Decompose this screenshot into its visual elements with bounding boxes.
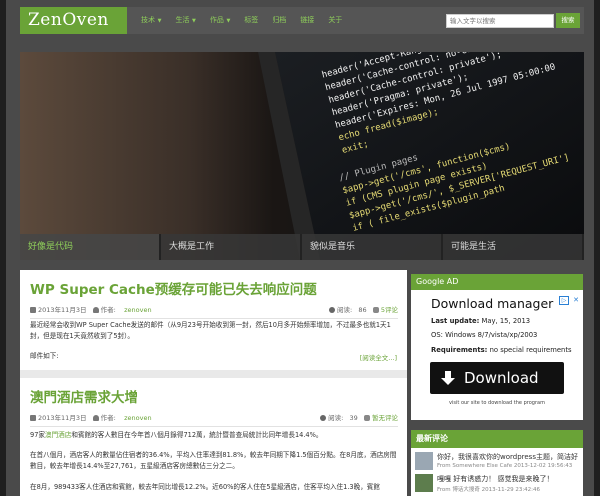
nav-label: 作品 — [209, 16, 224, 24]
download-button[interactable]: Download — [430, 362, 564, 394]
comment-meta: From Somewhere Else Cafe 2013-12-02 19:5… — [437, 463, 573, 469]
post-date: 2013年11月3日 — [38, 306, 87, 314]
site-logo[interactable]: ZenOven — [20, 7, 127, 34]
search-input[interactable] — [446, 14, 554, 28]
hero-tab[interactable]: 貌似是音乐 — [302, 234, 443, 260]
views-count: 86 — [358, 306, 367, 314]
post-title[interactable]: 澳門酒店需求大增 — [30, 386, 138, 406]
hero-tab[interactable]: 好像是代码 — [20, 234, 161, 260]
value: May, 15, 2013 — [481, 317, 531, 325]
nav-item[interactable]: 链接 — [293, 7, 321, 34]
comment-icon — [372, 307, 379, 313]
post-card: 澳門酒店需求大增 2013年11月3日 作者: zenoven 阅读: 39 暂… — [20, 378, 407, 496]
calendar-icon — [30, 307, 36, 313]
comment-icon — [364, 415, 370, 421]
nav-item[interactable]: 标签 — [237, 7, 265, 34]
author-label: 作者: — [100, 414, 116, 422]
views-label: 阅读: — [336, 306, 353, 314]
calendar-icon — [30, 415, 36, 421]
author-link[interactable]: zenoven — [124, 306, 151, 314]
recent-comments-title: 最新评论 — [411, 430, 583, 448]
views-label: 阅读: — [328, 414, 344, 422]
ad-widget-title: Google AD — [411, 274, 583, 290]
avatar — [415, 474, 433, 492]
post-meta: 2013年11月3日 作者: zenoven 阅读: 39 暂无评论 — [30, 412, 398, 424]
nav-label: 归档 — [272, 16, 287, 24]
comment-text[interactable]: 嘎嘎 好有诱惑力！ 感觉我是来晚了！ — [437, 474, 553, 484]
value: no special requirements — [489, 346, 572, 354]
post-list: WP Super Cache预缓存可能已失去响应问题 2013年11月3日 作者… — [20, 270, 407, 496]
post-card: WP Super Cache预缓存可能已失去响应问题 2013年11月3日 作者… — [20, 270, 407, 370]
post-excerpt: 97家澳門酒店和賓館的客人數目在今年首八個月錄得712萬，統計暨普查局統計比同年… — [30, 430, 398, 441]
tag-link[interactable]: 澳門酒店 — [45, 431, 71, 439]
hero-image: header('Accept-Ranges: bytes');header('C… — [20, 52, 584, 260]
nav-item[interactable]: 作品 ▼ — [203, 7, 237, 34]
comments-link[interactable]: 暂无评论 — [372, 414, 398, 422]
divider — [30, 318, 398, 319]
author-label: 作者: — [100, 306, 116, 314]
read-more-link[interactable]: [阅读全文...] — [360, 352, 397, 362]
ad-close-icon[interactable]: ✕ — [573, 296, 579, 304]
post-title[interactable]: WP Super Cache预缓存可能已失去响应问题 — [30, 278, 317, 298]
search-button[interactable]: 搜索 — [556, 13, 580, 28]
user-icon — [92, 307, 99, 313]
comment-text[interactable]: 你好，我很喜欢你的wordpress主题，简洁好 — [437, 452, 578, 462]
post-excerpt-2: 邮件如下: — [30, 352, 59, 360]
excerpt-text: 和賓館的客人數目在今年首八個月錄得712萬，統計暨普查局統計比同年增長14.4%… — [71, 431, 323, 439]
value: Windows 8/7/vista/xp/2003 — [445, 331, 538, 339]
caret-down-icon: ▼ — [156, 18, 162, 24]
eye-icon — [328, 307, 335, 313]
ad-banner[interactable]: Download manager ▷ ✕ Last update: May, 1… — [411, 290, 583, 420]
label: Last update: — [431, 317, 480, 325]
top-bar: ZenOven 技术 ▼生活 ▼作品 ▼标签归档链接关于 搜索 — [20, 7, 584, 34]
post-excerpt: 最近经常会收到WP Super Cache发送的邮件（从9月23号开始收到第一封… — [30, 321, 391, 340]
hero-slider[interactable]: header('Accept-Ranges: bytes');header('C… — [20, 52, 584, 260]
ad-info-icon[interactable]: ▷ — [559, 296, 569, 305]
ad-line-req: Requirements: no special requirements — [431, 346, 572, 354]
user-icon — [92, 415, 99, 421]
post-excerpt-2: 在首八個月，酒店客人的數量佔住宿者的36.4%，平均入住率達到81.8%，較去年… — [30, 451, 397, 470]
post-date: 2013年11月3日 — [38, 414, 87, 422]
comments-link[interactable]: 5评论 — [381, 306, 398, 314]
hero-tabs: 好像是代码 大概是工作 貌似是音乐 可能是生活 — [20, 234, 584, 260]
label: OS: — [431, 331, 443, 339]
excerpt-text: 97家 — [30, 431, 45, 439]
ad-line-os: OS: Windows 8/7/vista/xp/2003 — [431, 331, 537, 339]
hero-tab[interactable]: 可能是生活 — [443, 234, 584, 260]
nav-label: 标签 — [244, 16, 259, 24]
page-frame: ZenOven 技术 ▼生活 ▼作品 ▼标签归档链接关于 搜索 — [6, 0, 594, 496]
nav-item[interactable]: 技术 ▼ — [134, 7, 168, 34]
nav-item[interactable]: 归档 — [265, 7, 293, 34]
download-arrow-icon — [441, 371, 455, 385]
nav-item[interactable]: 关于 — [321, 7, 349, 34]
comment-meta: From 博话大搜奇 2013-11-29 23:42:46 — [437, 487, 541, 493]
sidebar: Google AD Download manager ▷ ✕ Last upda… — [411, 274, 583, 496]
avatar — [415, 452, 433, 470]
label: Requirements: — [431, 346, 488, 354]
post-meta: 2013年11月3日 作者: zenoven 阅读: 86 5评论 — [30, 304, 398, 316]
nav-label: 技术 — [141, 16, 155, 24]
comment-item[interactable]: 你好，我很喜欢你的wordpress主题，简洁好 From Somewhere … — [415, 452, 579, 474]
caret-down-icon: ▼ — [190, 18, 196, 24]
download-label: Download — [464, 369, 539, 387]
hero-tab[interactable]: 大概是工作 — [161, 234, 302, 260]
ad-line-update: Last update: May, 15, 2013 — [431, 317, 530, 325]
eye-icon — [320, 415, 327, 421]
comment-item[interactable]: 嘎嘎 好有诱惑力！ 感觉我是来晚了！ From 博话大搜奇 2013-11-29… — [415, 474, 579, 496]
caret-down-icon: ▼ — [224, 18, 231, 24]
comment-list: 你好，我很喜欢你的wordpress主题，简洁好 From Somewhere … — [411, 448, 583, 496]
recent-comments-widget: 最新评论 你好，我很喜欢你的wordpress主题，简洁好 From Somew… — [411, 430, 583, 496]
nav-label: 生活 — [175, 16, 190, 24]
views-count: 39 — [349, 414, 358, 422]
nav-label: 关于 — [328, 16, 343, 24]
post-excerpt-3: 在8月，989433客人住酒店和賓館，較去年同比增長12.2%。近60%的客人住… — [30, 483, 380, 491]
author-link[interactable]: zenoven — [124, 414, 151, 422]
ad-footnote[interactable]: visit our site to download the program — [411, 400, 583, 406]
ad-title[interactable]: Download manager — [431, 296, 553, 311]
main-nav: 技术 ▼ 生活 ▼ 作品 ▼ 标签 归档 链接 关于 — [134, 7, 349, 34]
divider — [30, 426, 398, 427]
nav-label: 链接 — [300, 16, 315, 24]
nav-item[interactable]: 生活 ▼ — [168, 7, 202, 34]
